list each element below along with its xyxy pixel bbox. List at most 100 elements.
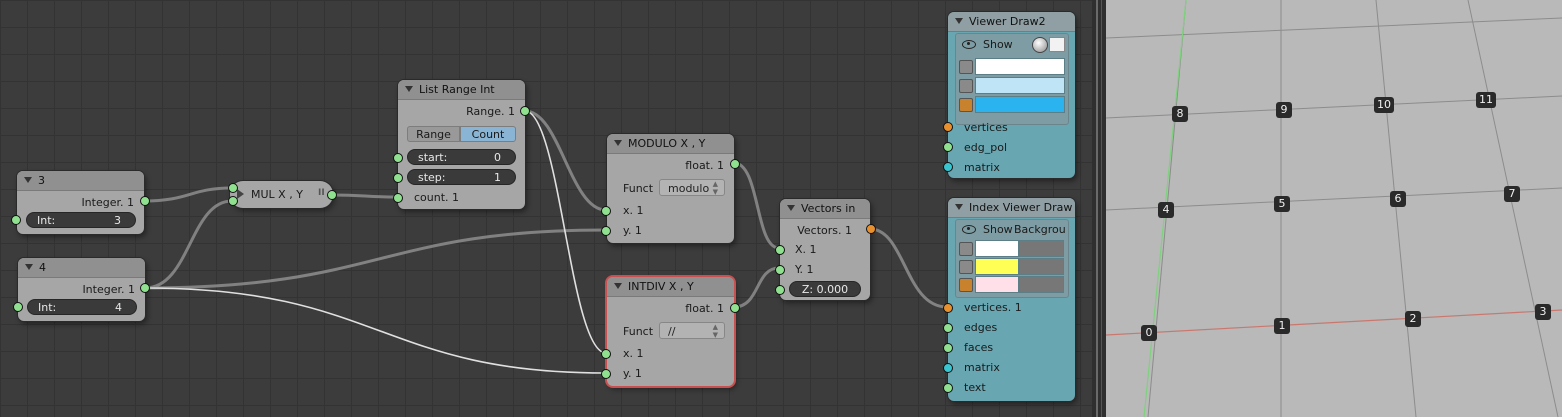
eye-icon[interactable] (962, 39, 976, 49)
node-index-viewer-draw[interactable]: Index Viewer Draw Show Backgrou vertices… (943, 198, 1075, 401)
show-label: Show (983, 223, 1013, 236)
y-socket[interactable] (601, 369, 611, 379)
node-viewer-draw[interactable]: Viewer Draw2 Show vertices edg_pol matri… (943, 12, 1075, 178)
funct-dropdown[interactable]: modulo ▲ ▼ (659, 179, 725, 196)
collapse-triangle-icon[interactable] (614, 140, 622, 146)
3d-viewport[interactable]: 0 1 2 3 4 5 6 7 8 9 10 11 (1106, 0, 1562, 417)
y-socket[interactable] (775, 265, 785, 275)
collapse-triangle-icon[interactable] (787, 205, 795, 211)
start-field[interactable]: start: 0 (407, 149, 516, 165)
node-editor[interactable]: 3 Integer. 1 Int: 3 4 Integer. 1 Int: 4 … (0, 0, 1092, 417)
matrix-socket[interactable] (943, 162, 953, 172)
y-label: Y. 1 (795, 263, 814, 276)
faces-socket[interactable] (943, 343, 953, 353)
collapse-triangle-icon[interactable] (955, 18, 963, 24)
show-toggle[interactable]: Show (962, 38, 1013, 51)
output-label: Vectors. 1 (797, 224, 852, 237)
y-socket[interactable] (601, 226, 611, 236)
expand-triangle-icon[interactable] (237, 189, 244, 199)
node-header[interactable]: INTDIV X , Y (607, 277, 734, 297)
output-socket[interactable] (140, 196, 150, 206)
step-field[interactable]: step: 1 (407, 169, 516, 185)
step-socket[interactable] (393, 173, 403, 183)
count-label: count. 1 (414, 191, 460, 204)
input-socket-y[interactable] (228, 196, 238, 206)
node-title: List Range Int (419, 83, 495, 96)
shading-toggle[interactable] (1049, 37, 1065, 52)
collapse-triangle-icon[interactable] (25, 264, 33, 270)
mode-count-button[interactable]: Count (460, 126, 516, 142)
vertices-socket[interactable] (943, 303, 953, 313)
start-value: 0 (494, 151, 501, 164)
output-socket[interactable] (327, 190, 337, 200)
int-field[interactable]: Int: 3 (26, 212, 136, 228)
input-socket[interactable] (11, 215, 21, 225)
vertices-socket[interactable] (943, 122, 953, 132)
int-field[interactable]: Int: 4 (27, 299, 137, 315)
collapse-triangle-icon[interactable] (955, 204, 963, 210)
edges-socket[interactable] (943, 323, 953, 333)
node-modulo[interactable]: MODULO X , Y float. 1 Funct modulo ▲ ▼ x.… (601, 134, 740, 243)
node-list-range-int[interactable]: List Range Int Range. 1 Range Count star… (393, 80, 530, 209)
vertex-index-color[interactable] (975, 240, 1019, 257)
face-index-bg-color[interactable] (1019, 276, 1064, 293)
face-index-icon (959, 278, 973, 292)
output-socket[interactable] (730, 159, 740, 169)
text-socket[interactable] (943, 383, 953, 393)
start-socket[interactable] (393, 153, 403, 163)
node-title: MUL X , Y (251, 188, 303, 201)
vertex-index-label: 11 (1476, 92, 1496, 108)
output-socket[interactable] (866, 224, 876, 234)
background-toggle[interactable]: Backgrou (1014, 223, 1066, 236)
face-color-swatch[interactable] (975, 96, 1065, 113)
mode-range-button[interactable]: Range (407, 126, 460, 142)
count-socket[interactable] (393, 193, 403, 203)
area-splitter[interactable] (1092, 0, 1106, 417)
collapse-triangle-icon[interactable] (405, 86, 413, 92)
node-title: 4 (39, 261, 46, 274)
x-socket[interactable] (601, 206, 611, 216)
x-socket[interactable] (601, 349, 611, 359)
node-integer-4[interactable]: 4 Integer. 1 Int: 4 (13, 258, 150, 321)
funct-dropdown[interactable]: // ▲ ▼ (659, 322, 725, 339)
index-settings-panel: Show Backgrou (955, 219, 1069, 298)
matrix-socket[interactable] (943, 363, 953, 373)
shading-sphere-icon[interactable] (1032, 37, 1048, 53)
face-index-color[interactable] (975, 276, 1019, 293)
start-label: start: (418, 151, 448, 164)
output-socket[interactable] (520, 106, 530, 116)
z-field[interactable]: Z: 0.000 (789, 281, 861, 297)
node-header[interactable]: MODULO X , Y (607, 134, 734, 154)
node-vectors-in[interactable]: Vectors in Vectors. 1 X. 1 Y. 1 Z: 0.000 (775, 199, 876, 300)
node-integer-3[interactable]: 3 Integer. 1 Int: 3 (11, 171, 150, 234)
node-header[interactable]: Vectors in (780, 199, 870, 219)
eye-icon[interactable] (962, 224, 976, 234)
vertex-index-bg-color[interactable] (1019, 240, 1064, 257)
x-socket[interactable] (775, 245, 785, 255)
node-intdiv[interactable]: INTDIV X , Y float. 1 Funct // ▲ ▼ x. 1 y… (601, 277, 740, 386)
show-toggle[interactable]: Show (962, 223, 1013, 236)
node-header[interactable]: Index Viewer Draw (948, 198, 1075, 218)
node-header[interactable]: 4 (18, 258, 145, 278)
output-socket[interactable] (730, 303, 740, 313)
vertex-index-label: 6 (1390, 191, 1406, 207)
edg-pol-socket[interactable] (943, 142, 953, 152)
node-title: INTDIV X , Y (628, 280, 694, 293)
vertex-color-swatch[interactable] (975, 58, 1065, 75)
output-label: Integer. 1 (82, 283, 135, 296)
node-mul-collapsed[interactable]: MUL X , Y II (228, 181, 337, 208)
collapse-triangle-icon[interactable] (24, 177, 32, 183)
output-socket[interactable] (140, 283, 150, 293)
input-socket[interactable] (13, 302, 23, 312)
node-header[interactable]: Viewer Draw2 (948, 12, 1075, 32)
input-socket-x[interactable] (228, 183, 238, 193)
node-header[interactable]: List Range Int (398, 80, 525, 100)
z-socket[interactable] (775, 285, 785, 295)
edge-color-swatch[interactable] (975, 77, 1065, 94)
viewport-grid (1106, 0, 1562, 417)
edge-index-color[interactable] (975, 258, 1019, 275)
node-links (142, 109, 949, 374)
edge-index-bg-color[interactable] (1019, 258, 1064, 275)
collapse-triangle-icon[interactable] (614, 283, 622, 289)
node-header[interactable]: 3 (17, 171, 144, 191)
